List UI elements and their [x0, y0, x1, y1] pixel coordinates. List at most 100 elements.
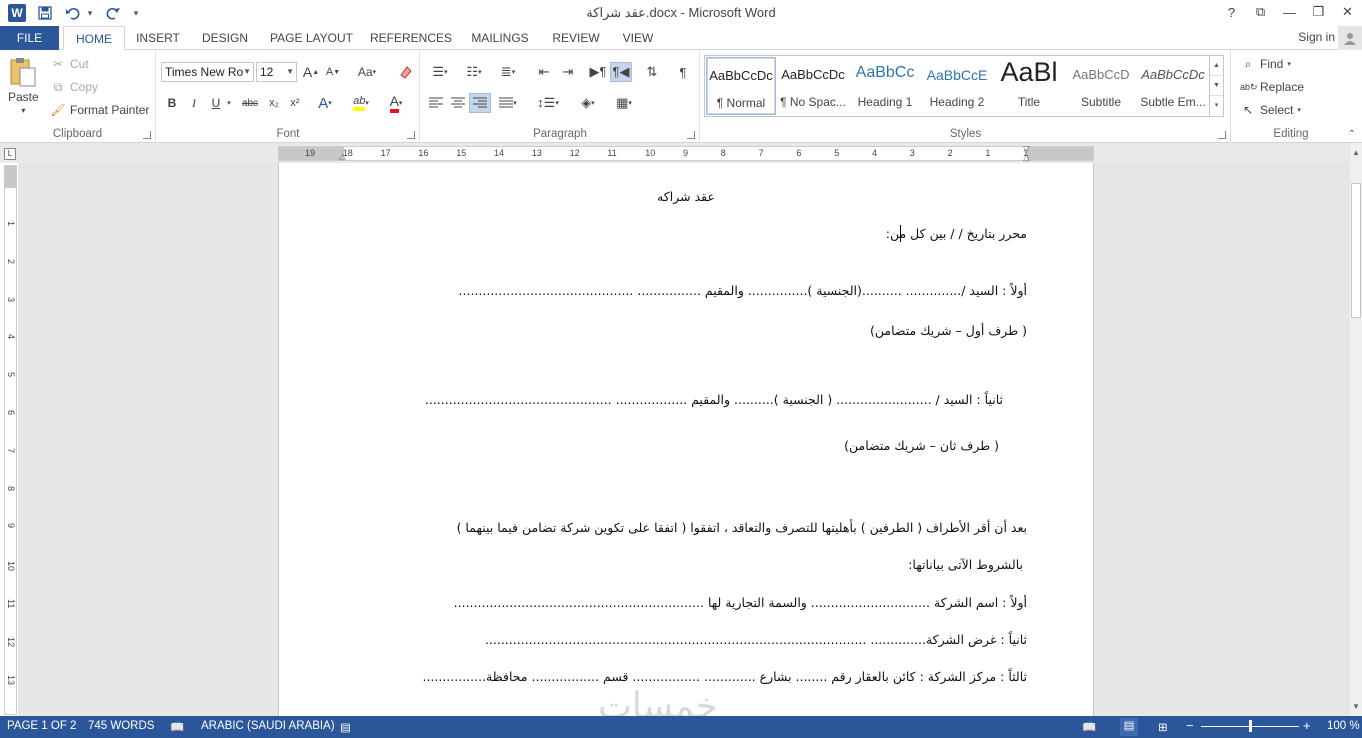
left-indent-marker-icon[interactable]: △: [339, 151, 346, 162]
justify-icon[interactable]: ▾: [493, 93, 523, 113]
tab-references[interactable]: REFERENCES: [367, 26, 455, 50]
style-no-spacing[interactable]: AaBbCcDc ¶ No Spac...: [778, 57, 848, 115]
bullets-icon[interactable]: ☰ ▾: [425, 62, 455, 82]
subscript-button[interactable]: x₂: [264, 93, 284, 113]
style-normal[interactable]: AaBbCcDc ¶ Normal: [706, 57, 776, 115]
style-title[interactable]: AaBl Title: [994, 57, 1064, 115]
text-effects-button[interactable]: A ▾: [315, 93, 335, 113]
tab-home[interactable]: HOME: [63, 26, 125, 51]
paste-dropdown-icon[interactable]: ▾: [21, 106, 25, 115]
underline-button[interactable]: U: [206, 93, 226, 113]
bold-button[interactable]: B: [162, 93, 182, 113]
shading-icon[interactable]: ◈ ▾: [573, 93, 603, 113]
tab-page-layout[interactable]: PAGE LAYOUT: [264, 26, 359, 50]
select-dropdown-icon[interactable]: ▾: [1297, 106, 1301, 114]
italic-button[interactable]: I: [184, 93, 204, 113]
maximize-button[interactable]: ❐: [1304, 0, 1333, 24]
style-subtitle[interactable]: AaBbCcD Subtitle: [1066, 57, 1136, 115]
sign-in-link[interactable]: Sign in: [1298, 30, 1335, 44]
word-count[interactable]: 745 WORDS: [88, 720, 154, 732]
grow-font-button[interactable]: A ▲: [301, 62, 321, 82]
select-button[interactable]: ↖ Select ▾: [1240, 102, 1301, 118]
ruler-number: 3: [6, 296, 16, 302]
more-styles-icon[interactable]: ▾: [1210, 96, 1223, 116]
paragraph-launcher-icon[interactable]: [687, 131, 695, 139]
tab-design[interactable]: DESIGN: [194, 26, 256, 50]
borders-icon[interactable]: ▦ ▾: [609, 93, 639, 113]
style-heading-2[interactable]: AaBbCcE Heading 2: [922, 57, 992, 115]
format-painter-button[interactable]: 🖌 Format Painter: [50, 102, 149, 118]
horizontal-ruler[interactable]: 19 18 17 16 15 14 13 12 11 10 9 8 7 6 5 4 3 2 1 1 △ ▽ △: [278, 145, 1094, 162]
tab-insert[interactable]: INSERT: [130, 26, 186, 50]
find-dropdown-icon[interactable]: ▾: [1287, 60, 1291, 68]
tab-mailings[interactable]: MAILINGS: [463, 26, 537, 50]
align-center-icon[interactable]: [447, 93, 469, 113]
font-size-combo[interactable]: 12 ▼: [256, 62, 297, 82]
shrink-font-button[interactable]: A ▼: [323, 62, 343, 82]
styles-scrollbar[interactable]: ▲ ▼ ▾: [1209, 56, 1223, 116]
minimize-button[interactable]: —: [1275, 0, 1304, 24]
numbering-icon[interactable]: ☷ ▾: [459, 62, 489, 82]
page-count[interactable]: PAGE 1 OF 2: [7, 720, 76, 732]
help-button[interactable]: ?: [1217, 0, 1246, 24]
zoom-slider-thumb[interactable]: [1249, 720, 1252, 732]
font-color-button[interactable]: A ▾: [382, 93, 410, 113]
zoom-level[interactable]: 100 %: [1327, 720, 1360, 732]
replace-button[interactable]: ab↻ Replace: [1240, 79, 1304, 95]
strikethrough-button[interactable]: abc: [239, 93, 261, 113]
tab-selector-icon[interactable]: L: [4, 148, 16, 160]
document-page[interactable]: عقد شراكه محرر بتاريخ / / بين كل من: أول…: [278, 163, 1094, 716]
scroll-thumb[interactable]: [1351, 183, 1361, 318]
decrease-indent-icon[interactable]: ⇤: [533, 62, 555, 82]
copy-button[interactable]: ⧉ Copy: [50, 79, 98, 95]
underline-dropdown-icon[interactable]: ▾: [224, 93, 234, 113]
rtl-direction-icon[interactable]: ¶◀: [610, 62, 632, 82]
vertical-ruler[interactable]: 1 2 3 4 5 6 7 8 9 10 11 12 13: [4, 165, 17, 715]
clear-formatting-icon[interactable]: [395, 62, 415, 82]
font-size-dropdown-icon[interactable]: ▼: [286, 63, 294, 81]
increase-indent-icon[interactable]: ⇥: [557, 62, 579, 82]
scroll-up-icon[interactable]: ▲: [1210, 56, 1223, 76]
highlight-button[interactable]: ab ▾: [347, 93, 375, 113]
proofing-icon[interactable]: 📖: [170, 720, 184, 734]
web-layout-icon[interactable]: ⊞: [1158, 720, 1168, 734]
scroll-down-arrow-icon[interactable]: ▼: [1350, 700, 1362, 714]
style-preview: AaBbCc: [855, 64, 915, 81]
close-button[interactable]: ✕: [1333, 0, 1362, 24]
read-mode-icon[interactable]: 📖: [1082, 720, 1096, 734]
scroll-up-arrow-icon[interactable]: ▲: [1350, 146, 1362, 160]
clipboard-launcher-icon[interactable]: [143, 131, 151, 139]
style-heading-1[interactable]: AaBbCc Heading 1: [850, 57, 920, 115]
tab-file[interactable]: FILE: [0, 26, 59, 50]
tab-review[interactable]: REVIEW: [545, 26, 607, 50]
change-case-button[interactable]: Aa ▾: [353, 62, 381, 82]
collapse-ribbon-icon[interactable]: ⌃: [1348, 129, 1356, 140]
cut-button[interactable]: ✂ Cut: [50, 56, 89, 72]
zoom-in-icon[interactable]: +: [1303, 718, 1311, 733]
styles-launcher-icon[interactable]: [1218, 131, 1226, 139]
line-spacing-icon[interactable]: ↕☰ ▾: [533, 93, 563, 113]
align-left-icon[interactable]: [425, 93, 447, 113]
vertical-scrollbar[interactable]: ▲ ▼: [1350, 143, 1362, 716]
multilevel-list-icon[interactable]: ≣ ▾: [493, 62, 523, 82]
print-layout-icon[interactable]: ▤: [1120, 718, 1138, 736]
language[interactable]: ARABIC (SAUDI ARABIA): [201, 720, 335, 732]
font-name-combo[interactable]: Times New Ro ▼: [161, 62, 254, 82]
macro-record-icon[interactable]: ▤: [340, 720, 351, 734]
show-marks-button[interactable]: ¶: [672, 62, 694, 82]
tab-view[interactable]: VIEW: [615, 26, 661, 50]
font-launcher-icon[interactable]: [407, 131, 415, 139]
ltr-direction-icon[interactable]: ▶¶: [587, 62, 609, 82]
font-name-dropdown-icon[interactable]: ▼: [243, 63, 251, 81]
align-right-icon[interactable]: [469, 93, 491, 113]
style-subtle-emphasis[interactable]: AaBbCcDc Subtle Em...: [1138, 57, 1208, 115]
find-button[interactable]: ⌕ Find ▾: [1240, 56, 1291, 72]
right-indent-marker-icon[interactable]: ▽ △: [1023, 145, 1030, 162]
scroll-down-icon[interactable]: ▼: [1210, 76, 1223, 96]
superscript-button[interactable]: x²: [285, 93, 305, 113]
paste-button[interactable]: Paste ▾: [8, 56, 39, 115]
sort-icon[interactable]: ⇅: [641, 62, 663, 82]
ribbon-display-button[interactable]: ⧉: [1246, 0, 1275, 24]
account-icon[interactable]: [1338, 26, 1362, 50]
zoom-out-icon[interactable]: −: [1186, 718, 1194, 733]
